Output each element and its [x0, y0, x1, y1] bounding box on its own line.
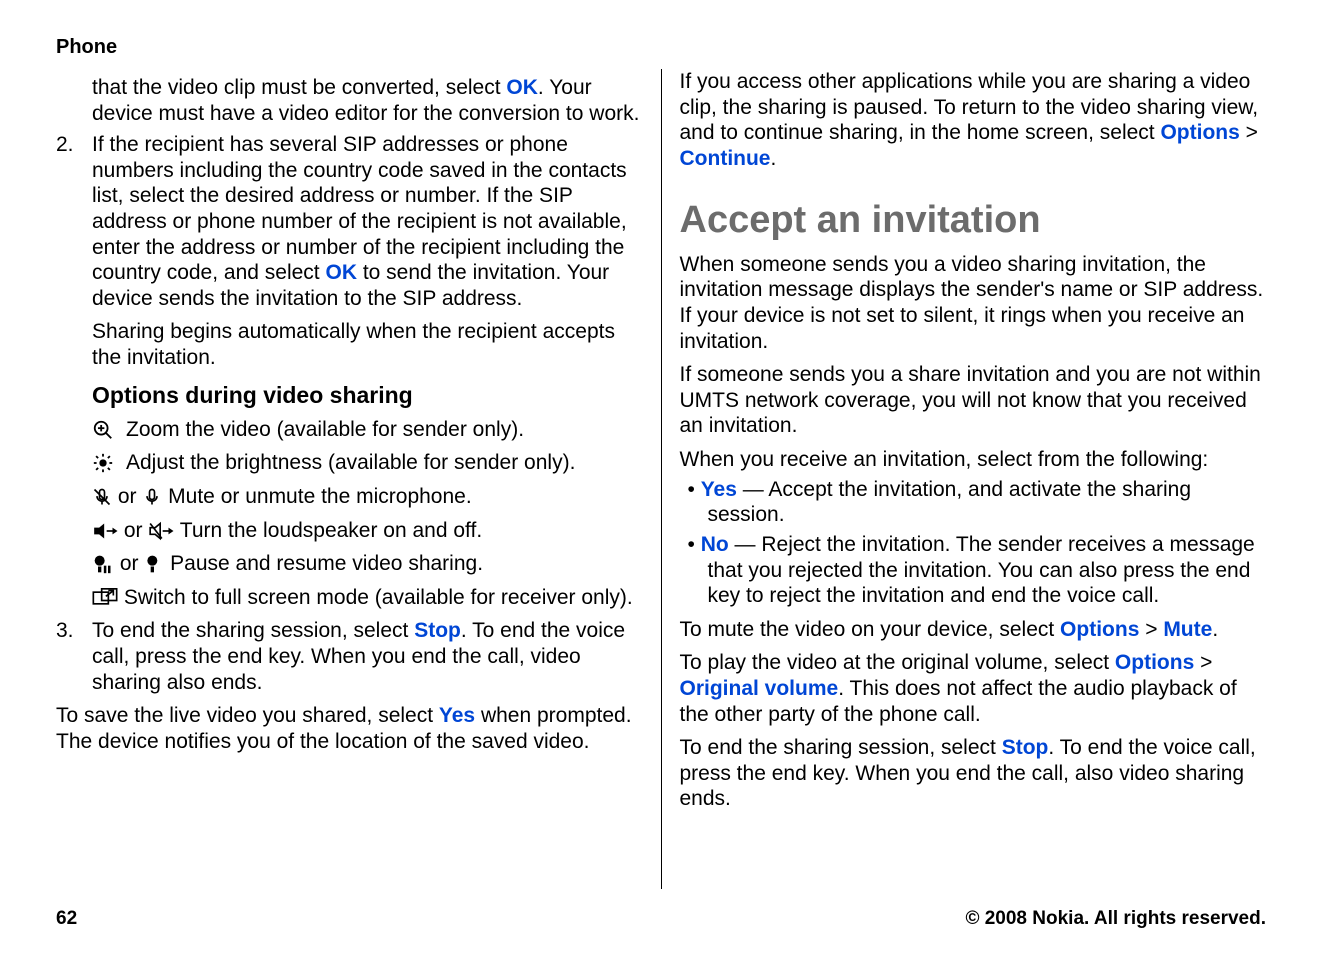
two-columns: that the video clip must be converted, s…: [56, 69, 1266, 889]
text: >: [1139, 618, 1163, 641]
text-or: or: [112, 485, 142, 508]
options-heading: Options during video sharing: [56, 381, 643, 409]
save-video-note: To save the live video you shared, selec…: [56, 703, 643, 754]
link-stop[interactable]: Stop: [1002, 736, 1049, 759]
text: To end the sharing session, select: [680, 736, 1002, 759]
step2: 2.If the recipient has several SIP addre…: [56, 132, 643, 311]
text: >: [1240, 121, 1258, 144]
manual-page: Phone that the video clip must be conver…: [0, 0, 1322, 954]
text: Turn the loudspeaker on and off.: [174, 519, 482, 542]
list-number: 2.: [56, 132, 92, 158]
text: — Accept the invitation, and activate th…: [708, 478, 1192, 527]
original-volume-note: To play the video at the original volume…: [680, 650, 1267, 727]
page-number: 62: [56, 908, 77, 930]
list-number: 3.: [56, 618, 92, 644]
link-options[interactable]: Options: [1115, 651, 1194, 674]
video-pause-icon: [92, 554, 114, 574]
link-no[interactable]: No: [701, 533, 729, 556]
option-microphone: or Mute or unmute the microphone.: [56, 484, 643, 510]
text: Adjust the brightness (available for sen…: [126, 450, 643, 476]
mic-off-icon: [92, 487, 112, 507]
option-brightness: Adjust the brightness (available for sen…: [56, 450, 643, 476]
mute-note: To mute the video on your device, select…: [680, 617, 1267, 643]
text: that the video clip must be converted, s…: [92, 76, 506, 99]
copyright: © 2008 Nokia. All rights reserved.: [965, 908, 1266, 930]
text: — Reject the invitation. The sender rece…: [708, 533, 1255, 607]
option-loudspeaker: or Turn the loudspeaker on and off.: [56, 518, 643, 544]
link-yes[interactable]: Yes: [701, 478, 737, 501]
speaker-on-icon: [92, 521, 118, 541]
text: .: [770, 147, 776, 170]
section-header: Phone: [56, 36, 1266, 59]
step3: 3.To end the sharing session, select Sto…: [56, 618, 643, 695]
paragraph: When someone sends you a video sharing i…: [680, 252, 1267, 354]
mic-on-icon: [142, 487, 162, 507]
paragraph: If someone sends you a share invitation …: [680, 362, 1267, 439]
link-yes[interactable]: Yes: [439, 704, 475, 727]
right-column: If you access other applications while y…: [661, 69, 1267, 889]
step2-note: Sharing begins automatically when the re…: [56, 319, 643, 370]
step1-continued: that the video clip must be converted, s…: [56, 75, 643, 126]
text: Mute or unmute the microphone.: [162, 485, 471, 508]
text: To play the video at the original volume…: [680, 651, 1115, 674]
zoom-icon: [92, 419, 114, 441]
link-stop[interactable]: Stop: [414, 619, 461, 642]
text-or: or: [118, 519, 148, 542]
left-column: that the video clip must be converted, s…: [56, 69, 661, 889]
section-heading: Accept an invitation: [680, 197, 1267, 243]
speaker-off-icon: [148, 521, 174, 541]
bullet-yes: Yes — Accept the invitation, and activat…: [680, 477, 1267, 528]
option-fullscreen: Switch to full screen mode (available fo…: [56, 585, 643, 611]
bullet-no: No — Reject the invitation. The sender r…: [680, 532, 1267, 609]
text: To end the sharing session, select: [92, 619, 414, 642]
link-options[interactable]: Options: [1160, 121, 1239, 144]
link-ok[interactable]: OK: [325, 261, 357, 284]
paragraph: When you receive an invitation, select f…: [680, 447, 1267, 473]
text: Switch to full screen mode (available fo…: [118, 586, 633, 609]
text: Zoom the video (available for sender onl…: [126, 417, 643, 443]
link-continue[interactable]: Continue: [680, 147, 771, 170]
link-original-volume[interactable]: Original volume: [680, 677, 839, 700]
text: .: [1212, 618, 1218, 641]
text-or: or: [114, 552, 144, 575]
link-mute[interactable]: Mute: [1163, 618, 1212, 641]
video-resume-icon: [144, 554, 164, 574]
page-footer: 62 © 2008 Nokia. All rights reserved.: [56, 908, 1266, 930]
link-ok[interactable]: OK: [506, 76, 538, 99]
text: To save the live video you shared, selec…: [56, 704, 439, 727]
option-pause-resume: or Pause and resume video sharing.: [56, 551, 643, 577]
link-options[interactable]: Options: [1060, 618, 1139, 641]
text: To mute the video on your device, select: [680, 618, 1061, 641]
end-sharing-note: To end the sharing session, select Stop.…: [680, 735, 1267, 812]
text: Pause and resume video sharing.: [164, 552, 483, 575]
brightness-icon: [92, 452, 114, 474]
option-zoom: Zoom the video (available for sender onl…: [56, 417, 643, 443]
fullscreen-icon: [92, 588, 118, 608]
text: >: [1194, 651, 1212, 674]
pause-sharing-note: If you access other applications while y…: [680, 69, 1267, 171]
